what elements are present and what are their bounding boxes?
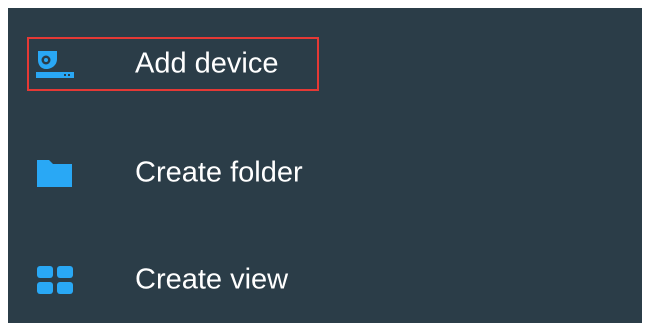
menu-item-label: Create folder bbox=[135, 156, 303, 189]
add-menu-panel: Add device Create folder Create view bbox=[8, 8, 642, 323]
menu-item-add-device[interactable]: Add device bbox=[8, 24, 642, 104]
menu-item-label: Add device bbox=[135, 47, 279, 80]
menu-item-label: Create view bbox=[135, 263, 289, 296]
grid-view-icon bbox=[34, 264, 76, 296]
menu-item-create-view[interactable]: Create view bbox=[8, 240, 642, 320]
camera-device-icon bbox=[34, 48, 76, 80]
folder-icon bbox=[34, 157, 76, 189]
menu-item-create-folder[interactable]: Create folder bbox=[8, 133, 642, 213]
